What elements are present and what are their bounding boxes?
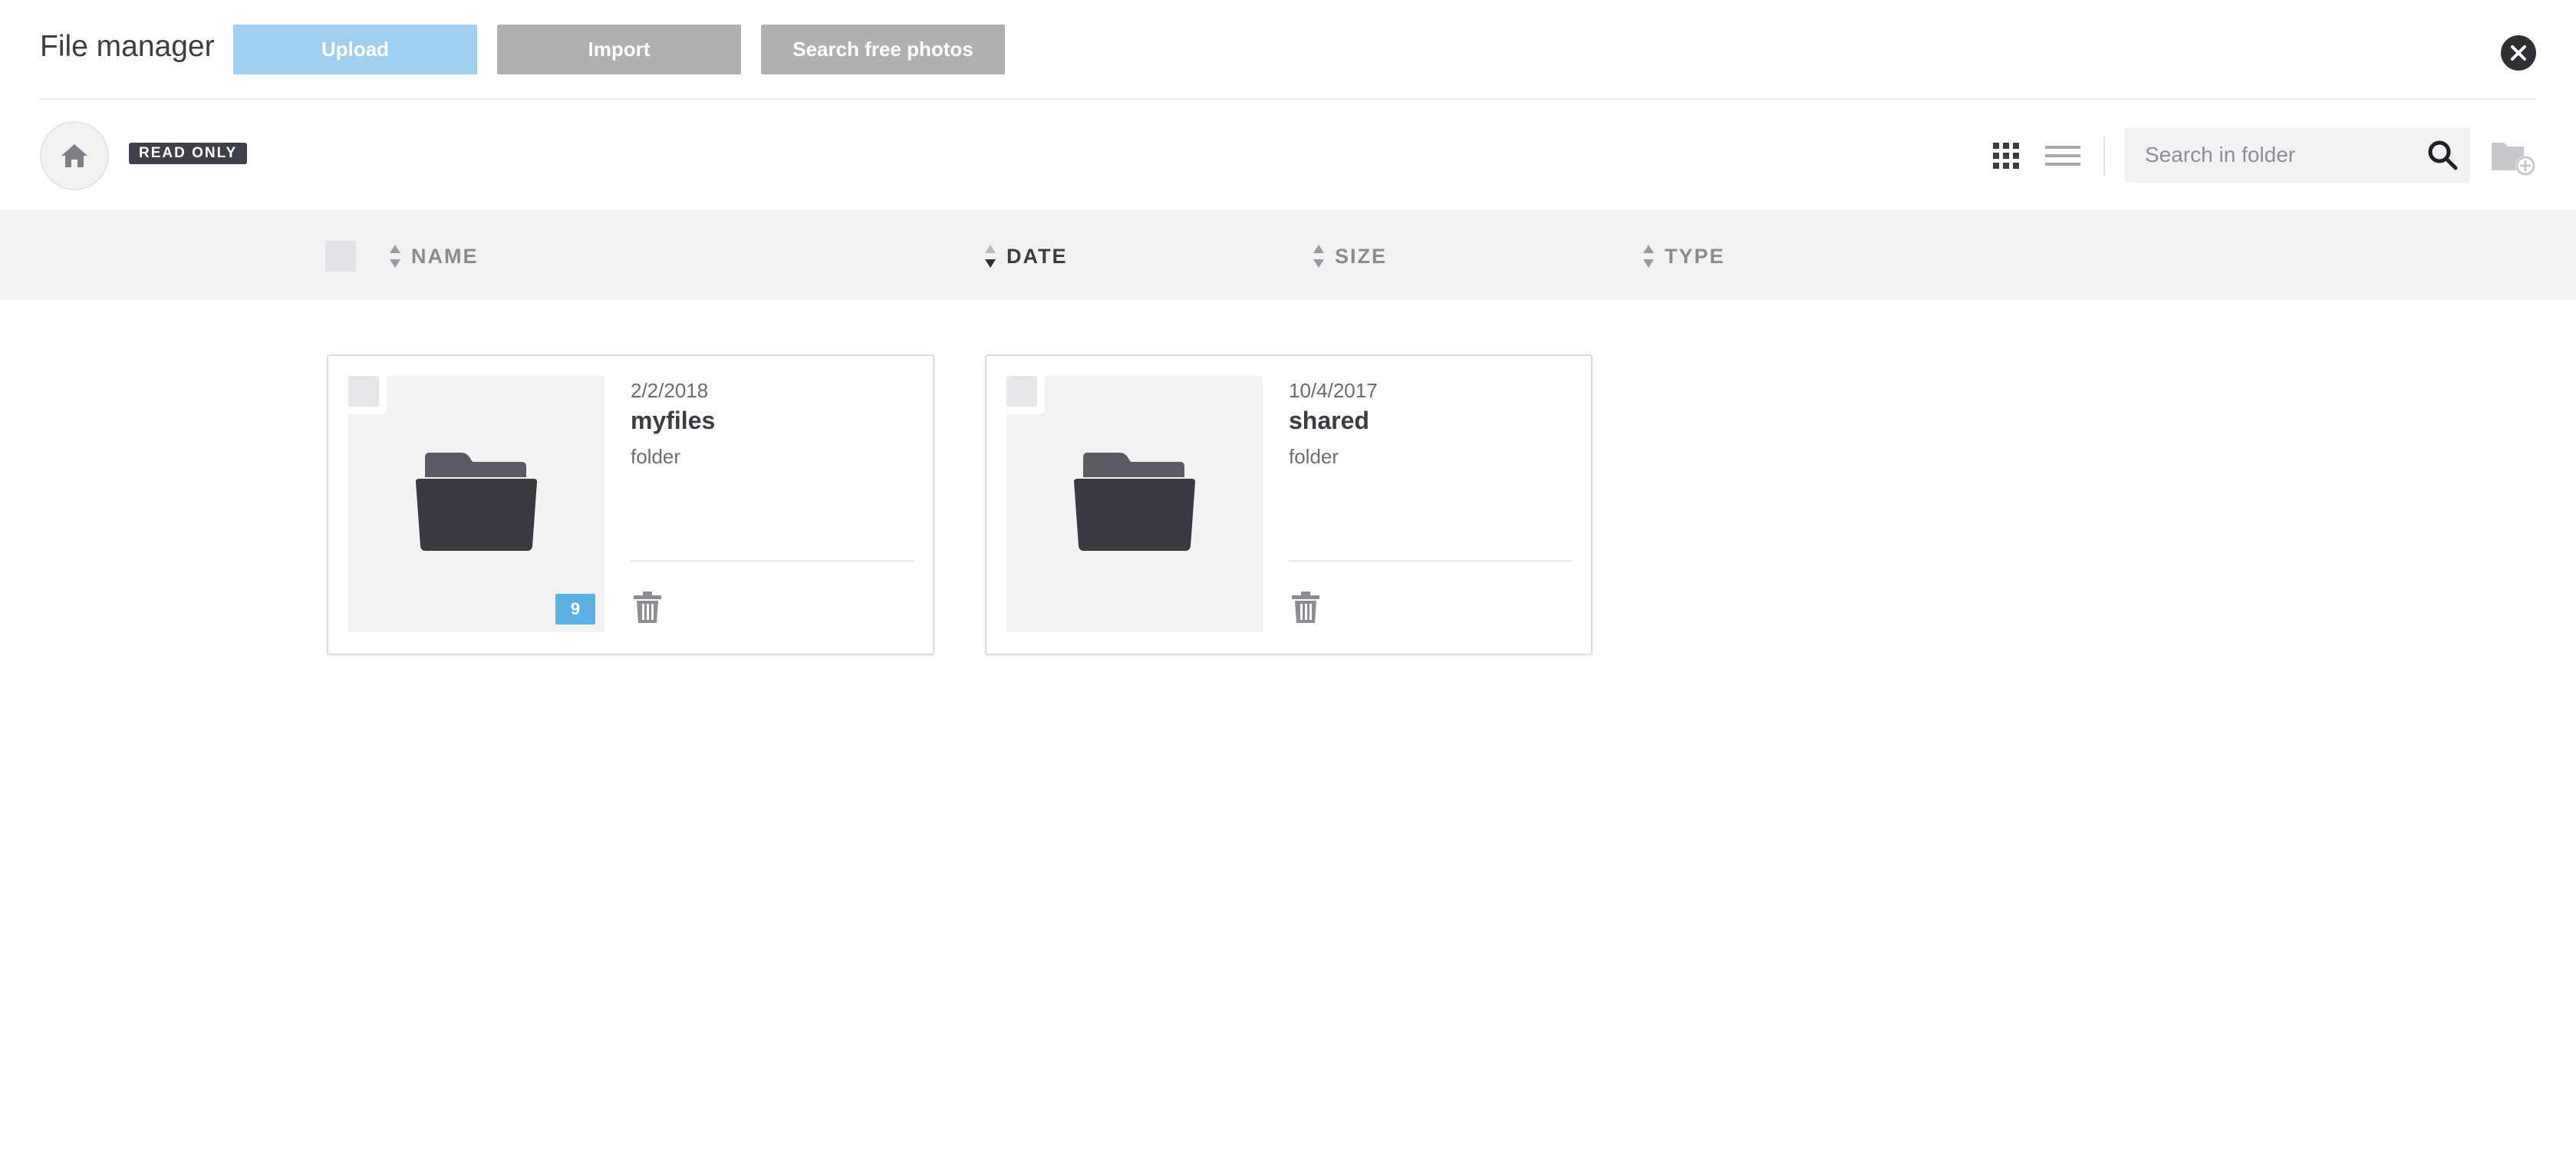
column-size-label: SIZE (1335, 244, 1388, 268)
toolbar-separator (2103, 137, 2105, 176)
file-manager-header: File manager Upload Import Search free p… (0, 0, 2576, 98)
trash-icon[interactable] (1290, 591, 1321, 624)
grid-view-button[interactable] (1991, 141, 2021, 170)
item-date: 10/4/2017 (1289, 379, 1378, 402)
new-folder-button[interactable] (2490, 137, 2538, 178)
column-type-sort[interactable]: TYPE (1642, 241, 1725, 272)
item-type: folder (1289, 445, 1339, 468)
import-button[interactable]: Import (497, 25, 741, 74)
page-title: File manager (40, 30, 215, 63)
folder-card[interactable]: 10/4/2017 shared folder (985, 354, 1593, 655)
folder-plus-icon (2492, 143, 2535, 176)
list-icon (2045, 146, 2080, 166)
item-date: 2/2/2018 (631, 379, 709, 402)
column-type-label: TYPE (1665, 244, 1725, 268)
read-only-badge: READ ONLY (129, 143, 248, 164)
folder-thumbnail[interactable]: 9 (348, 376, 604, 632)
card-checkbox[interactable] (1006, 376, 1045, 414)
folder-thumbnail[interactable] (1006, 376, 1263, 632)
item-count-badge: 9 (555, 594, 595, 624)
card-checkbox-box[interactable] (1006, 376, 1037, 407)
home-button[interactable] (40, 121, 109, 190)
close-icon (2511, 45, 2526, 61)
grid-icon (1993, 143, 2019, 169)
folder-icon (1074, 453, 1195, 551)
home-icon (61, 144, 87, 167)
column-header-row: NAME DATE SIZE TYPE (0, 210, 2576, 299)
item-name[interactable]: shared (1289, 407, 1369, 435)
upload-button[interactable]: Upload (233, 25, 477, 74)
search-icon[interactable] (2426, 138, 2459, 172)
item-name[interactable]: myfiles (631, 407, 715, 435)
sort-descending-icon (985, 245, 996, 268)
search-free-photos-button[interactable]: Search free photos (761, 25, 1005, 74)
column-date-sort[interactable]: DATE (983, 241, 1068, 272)
folder-icon (416, 453, 537, 551)
folder-card[interactable]: 9 2/2/2018 myfiles folder (327, 354, 934, 655)
column-name-sort[interactable]: NAME (388, 241, 479, 272)
search-input[interactable] (2125, 127, 2416, 183)
trash-icon[interactable] (632, 591, 663, 624)
card-divider (1289, 560, 1573, 562)
item-type: folder (631, 445, 681, 468)
card-checkbox-box[interactable] (348, 376, 379, 407)
card-checkbox[interactable] (348, 376, 387, 414)
sort-icon (1313, 245, 1324, 268)
column-size-sort[interactable]: SIZE (1312, 241, 1387, 272)
header-divider (40, 98, 2536, 100)
select-all-checkbox[interactable] (325, 241, 356, 272)
folder-search (2125, 127, 2470, 183)
column-date-label: DATE (1006, 244, 1068, 268)
list-view-button[interactable] (2044, 141, 2082, 170)
close-button[interactable] (2501, 35, 2536, 71)
column-name-label: NAME (411, 244, 479, 268)
card-divider (631, 560, 914, 562)
sort-icon (390, 245, 400, 268)
sort-icon (1643, 245, 1654, 268)
